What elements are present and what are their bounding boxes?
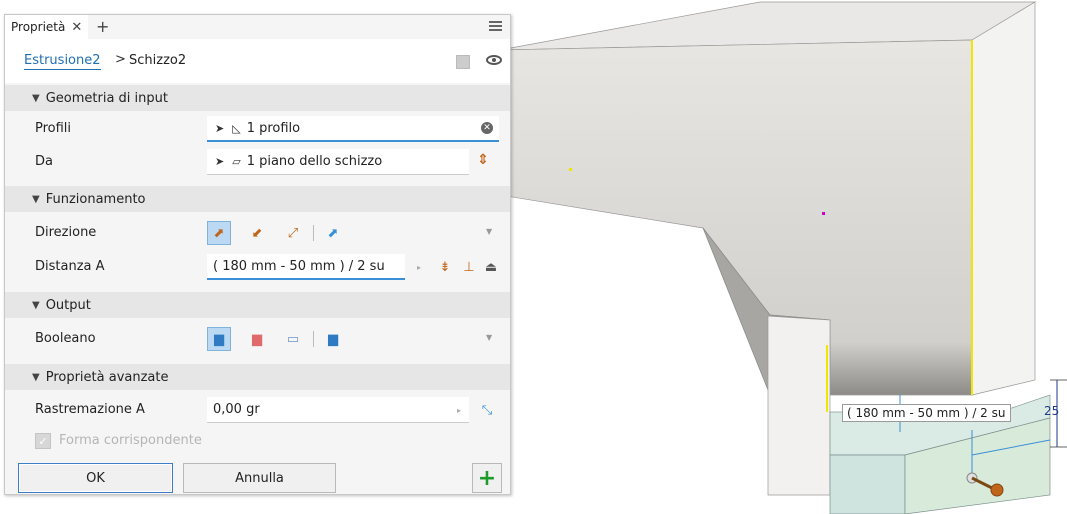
match-shape-label: Forma corrispondente: [59, 433, 202, 448]
dimension-value-25: 25: [1044, 404, 1060, 418]
manipulator-knob[interactable]: [990, 483, 1004, 497]
row-direction: Direzione ⬈ ⬋ ⤢ ⬈ ▼: [5, 217, 510, 249]
direction-asymmetric-button[interactable]: ⬈: [321, 221, 345, 245]
flip-direction-icon[interactable]: ⇕: [477, 152, 489, 168]
close-icon[interactable]: ✕: [71, 20, 82, 35]
boolean-intersect-button[interactable]: ▭: [281, 327, 305, 351]
row-from: Da ➤ ▱ 1 piano dello schizzo ⇕: [5, 146, 510, 178]
boolean-label: Booleano: [35, 331, 96, 346]
extent-to-icon[interactable]: ⊥: [457, 255, 481, 279]
expand-arrow-icon[interactable]: ▸: [417, 263, 421, 272]
distance-field[interactable]: ( 180 mm - 50 mm ) / 2 su: [207, 254, 405, 280]
separator: [313, 225, 314, 241]
menu-icon[interactable]: [489, 21, 502, 31]
apply-plus-button[interactable]: +: [472, 463, 502, 493]
from-field[interactable]: ➤ ▱ 1 piano dello schizzo: [207, 149, 469, 175]
direction-flipped-button[interactable]: ⬋: [245, 221, 269, 245]
boolean-new-solid-button[interactable]: ▆: [321, 327, 345, 351]
eye-icon[interactable]: [486, 55, 502, 65]
part-front-face: [499, 39, 973, 396]
part-right-face: [971, 1, 1036, 396]
add-tab-icon[interactable]: +: [96, 17, 109, 36]
dropdown-arrow-icon[interactable]: ▼: [486, 227, 492, 236]
section-title: Funzionamento: [45, 191, 146, 207]
cursor-icon: ➤: [215, 155, 225, 168]
boolean-join-button[interactable]: ▆: [207, 327, 231, 351]
dimension-input-label[interactable]: ( 180 mm - 50 mm ) / 2 su: [842, 404, 1011, 422]
properties-panel: Proprietà ✕ + Estrusione2 > Schizzo2 ▼ G…: [4, 14, 511, 495]
profiles-field[interactable]: ➤ ◺ 1 profilo ✕: [207, 116, 499, 142]
from-value: 1 piano dello schizzo: [246, 154, 383, 169]
expand-arrow-icon[interactable]: ▸: [457, 406, 461, 415]
profiles-label: Profili: [35, 121, 72, 136]
collapse-triangle-icon: ▼: [32, 371, 40, 383]
tab-label: Proprietà: [11, 20, 66, 34]
taper-value: 0,00 gr: [213, 402, 260, 417]
clear-icon[interactable]: ✕: [481, 122, 493, 134]
breadcrumb: Estrusione2 > Schizzo2: [5, 39, 510, 83]
section-title: Geometria di input: [45, 90, 168, 106]
taper-field[interactable]: 0,00 gr ▸: [207, 397, 469, 423]
collapse-triangle-icon: ▼: [32, 92, 40, 104]
row-boolean: Booleano ▆ ▆ ▭ ▆ ▼: [5, 323, 510, 355]
highlight-point: [569, 168, 572, 171]
plane-icon: ▱: [232, 155, 241, 168]
chevron-right-icon: >: [115, 52, 126, 67]
section-advanced[interactable]: ▼ Proprietà avanzate: [5, 364, 510, 390]
ok-button[interactable]: OK: [18, 463, 173, 493]
direction-symmetric-button[interactable]: ⤢: [281, 221, 305, 245]
collapse-triangle-icon: ▼: [32, 193, 40, 205]
breadcrumb-feature[interactable]: Estrusione2: [24, 53, 101, 70]
separator: [313, 331, 314, 347]
taper-flip-icon[interactable]: ⤡: [475, 398, 499, 422]
collapse-triangle-icon: ▼: [32, 299, 40, 311]
profile-icon: ◺: [232, 121, 241, 135]
distance-label: Distanza A: [35, 259, 105, 274]
profiles-value: 1 profilo: [246, 120, 301, 136]
preview-front-face: [829, 454, 906, 514]
tab-properties[interactable]: Proprietà ✕: [5, 15, 89, 39]
extent-between-icon[interactable]: ⏏: [479, 255, 503, 279]
cancel-button[interactable]: Annulla: [183, 463, 336, 493]
boolean-cut-button[interactable]: ▆: [245, 327, 269, 351]
row-distance: Distanza A ( 180 mm - 50 mm ) / 2 su ▸ ⇟…: [5, 251, 510, 283]
section-output[interactable]: ▼ Output: [5, 292, 510, 318]
cursor-icon: ➤: [215, 121, 225, 135]
breadcrumb-sketch[interactable]: Schizzo2: [129, 53, 186, 68]
taper-label: Rastremazione A: [35, 402, 145, 417]
extent-through-icon[interactable]: ⇟: [433, 255, 457, 279]
copy-icon[interactable]: [456, 55, 470, 69]
row-profiles: Profili ➤ ◺ 1 profilo ✕: [5, 113, 510, 145]
highlight-point-2: [822, 212, 825, 215]
match-shape-checkbox[interactable]: ✓: [35, 433, 51, 449]
section-title: Proprietà avanzate: [45, 369, 169, 385]
from-label: Da: [35, 154, 53, 169]
section-behavior[interactable]: ▼ Funzionamento: [5, 186, 510, 212]
dropdown-arrow-icon[interactable]: ▼: [486, 333, 492, 342]
part-column-face: [767, 315, 831, 496]
row-taper: Rastremazione A 0,00 gr ▸ ⤡: [5, 394, 510, 426]
direction-label: Direzione: [35, 225, 97, 240]
section-title: Output: [45, 297, 91, 313]
section-input-geometry[interactable]: ▼ Geometria di input: [5, 85, 510, 111]
panel-tabbar: Proprietà ✕ +: [5, 15, 510, 39]
direction-default-button[interactable]: ⬈: [207, 221, 231, 245]
row-match-shape: ✓ Forma corrispondente: [5, 427, 510, 459]
